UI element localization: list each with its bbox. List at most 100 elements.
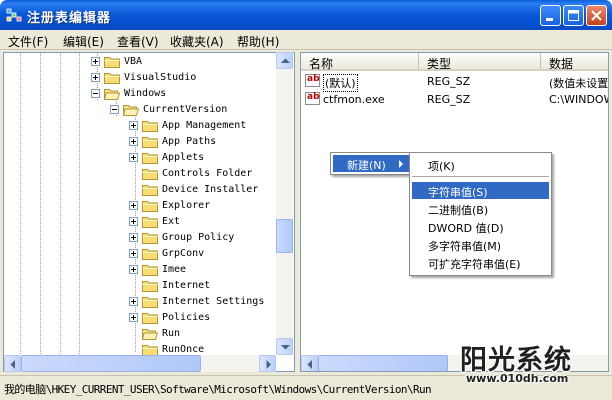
expand-plus-icon[interactable]	[129, 265, 138, 274]
open-folder-icon	[123, 105, 139, 116]
column-header-name[interactable]: 名称	[301, 53, 419, 71]
arrow-down-icon	[281, 345, 290, 350]
list-item[interactable]: ab (默认) REG_SZ (数值未设置	[301, 73, 608, 92]
value-name: ctfmon.exe	[323, 93, 385, 106]
collapse-minus-icon[interactable]	[110, 105, 119, 114]
regedit-icon	[6, 8, 22, 22]
submenu-item-expandable-string-value[interactable]: 可扩充字符串值(E)	[412, 254, 549, 271]
expand-plus-icon[interactable]	[129, 201, 138, 210]
scroll-right-button[interactable]	[259, 355, 276, 372]
menu-help[interactable]: 帮助(H)	[237, 33, 279, 50]
folder-icon	[142, 217, 158, 228]
tree-item-label: Imee	[162, 264, 187, 275]
minimize-icon	[546, 18, 553, 21]
tree-item-label: Internet	[162, 280, 211, 291]
tree-item-label: App Paths	[162, 136, 217, 147]
tree-vertical-scrollbar[interactable]	[276, 52, 293, 355]
submenu-item-multi-string-value[interactable]: 多字符串值(M)	[412, 236, 549, 253]
value-data: C:\WINDOWS	[549, 93, 608, 106]
tree-item-label: GrpConv	[162, 248, 205, 259]
expand-plus-icon[interactable]	[129, 137, 138, 146]
folder-icon	[142, 185, 158, 196]
arrow-up-icon	[281, 58, 290, 63]
open-folder-icon	[142, 329, 158, 340]
scroll-thumb-horizontal[interactable]	[21, 355, 201, 372]
menu-file[interactable]: 文件(F)	[8, 33, 48, 50]
value-type: REG_SZ	[427, 75, 471, 88]
tree-item-label: Ext	[162, 216, 181, 227]
maximize-icon	[568, 10, 579, 21]
tree-item-label: Controls Folder	[162, 168, 253, 179]
submenu-item-key[interactable]: 项(K)	[412, 156, 549, 173]
tree-item-label: Group Policy	[162, 232, 235, 243]
folder-icon	[142, 281, 158, 292]
menu-view[interactable]: 查看(V)	[117, 33, 159, 50]
arrow-right-icon	[266, 360, 271, 369]
watermark: 阳光系统 www.010dh.com	[452, 338, 612, 388]
registry-tree[interactable]: VBA VisualStudio Windows CurrentVersion App …	[3, 52, 295, 372]
folder-icon	[142, 265, 158, 276]
arrow-left-icon	[10, 360, 15, 369]
folder-icon	[142, 121, 158, 132]
folder-icon	[104, 57, 120, 68]
tree-item-label: VisualStudio	[124, 72, 197, 83]
folder-icon	[142, 249, 158, 260]
close-button[interactable]	[586, 5, 607, 26]
tree-item-label: Internet Settings	[162, 296, 265, 307]
column-header-data[interactable]: 数据	[541, 53, 608, 71]
scroll-down-button[interactable]	[276, 338, 293, 355]
tree-item-label: Policies	[162, 312, 211, 323]
maximize-button[interactable]	[563, 5, 584, 26]
tree-item-label: App Management	[162, 120, 247, 131]
folder-icon	[142, 297, 158, 308]
expand-plus-icon[interactable]	[129, 249, 138, 258]
submenu-item-dword-value[interactable]: DWORD 值(D)	[412, 218, 549, 235]
tree-item-label: Run	[162, 328, 181, 339]
value-name: (默认)	[323, 74, 358, 92]
collapse-minus-icon[interactable]	[91, 89, 100, 98]
expand-plus-icon[interactable]	[129, 233, 138, 242]
close-icon	[591, 10, 602, 21]
tree-item-label: Explorer	[162, 200, 211, 211]
submenu-item-string-value[interactable]: 字符串值(S)	[412, 182, 549, 199]
folder-icon	[142, 137, 158, 148]
scroll-up-button[interactable]	[276, 52, 293, 69]
tree-item-label: CurrentVersion	[143, 104, 228, 115]
menu-edit[interactable]: 编辑(E)	[63, 33, 104, 50]
title-bar[interactable]: 注册表编辑器	[0, 0, 612, 30]
open-folder-icon	[104, 89, 120, 100]
minimize-button[interactable]	[540, 5, 561, 26]
expand-plus-icon[interactable]	[129, 121, 138, 130]
tree-horizontal-scrollbar[interactable]	[4, 355, 276, 372]
expand-plus-icon[interactable]	[91, 57, 100, 66]
context-menu-new[interactable]: 新建(N)	[333, 155, 409, 172]
menu-separator	[412, 176, 549, 177]
tree-item-label: Windows	[124, 88, 167, 99]
expand-plus-icon[interactable]	[129, 313, 138, 322]
arrow-left-icon	[307, 360, 312, 369]
scroll-thumb-horizontal[interactable]	[318, 355, 448, 371]
status-path: 我的电脑\HKEY_CURRENT_USER\Software\Microsof…	[4, 383, 432, 396]
submenu-arrow-icon	[399, 160, 403, 168]
scroll-left-button[interactable]	[301, 355, 318, 371]
scroll-left-button[interactable]	[4, 355, 21, 372]
string-value-icon: ab	[305, 92, 320, 105]
expand-plus-icon[interactable]	[91, 73, 100, 82]
expand-plus-icon[interactable]	[129, 153, 138, 162]
list-item[interactable]: ab ctfmon.exe REG_SZ C:\WINDOWS	[301, 91, 608, 107]
folder-icon	[142, 233, 158, 244]
expand-plus-icon[interactable]	[129, 297, 138, 306]
menu-favorites[interactable]: 收藏夹(A)	[170, 33, 224, 50]
folder-icon	[142, 153, 158, 164]
value-type: REG_SZ	[427, 93, 471, 106]
column-header-type[interactable]: 类型	[419, 53, 541, 71]
context-menu-new-label: 新建(N)	[347, 159, 386, 172]
menu-bar: 文件(F) 编辑(E) 查看(V) 收藏夹(A) 帮助(H)	[0, 30, 612, 50]
folder-icon	[142, 313, 158, 324]
expand-plus-icon[interactable]	[129, 217, 138, 226]
scroll-thumb[interactable]	[276, 219, 293, 253]
window-title: 注册表编辑器	[27, 11, 112, 26]
string-value-icon: ab	[305, 74, 320, 87]
folder-icon	[104, 73, 120, 84]
submenu-item-binary-value[interactable]: 二进制值(B)	[412, 200, 549, 217]
